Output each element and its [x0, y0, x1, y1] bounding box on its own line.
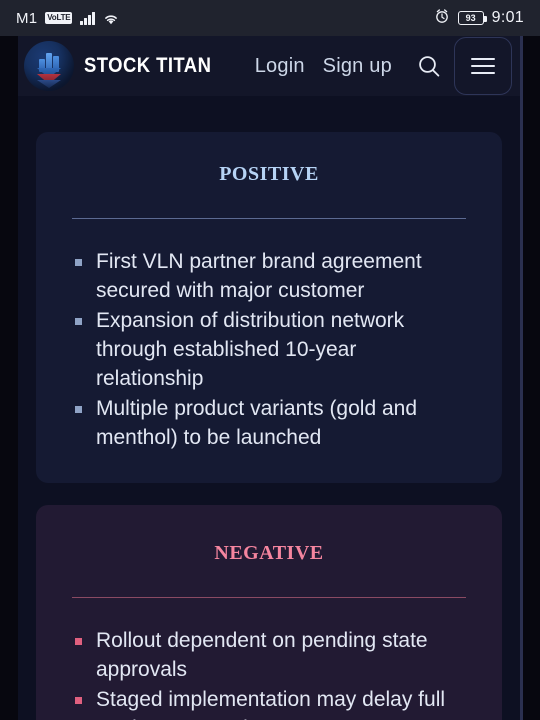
list-item: Rollout dependent on pending state appro…	[72, 626, 466, 684]
list-item: Expansion of distribution network throug…	[72, 306, 466, 393]
signup-link[interactable]: Sign up	[323, 55, 392, 78]
volte-badge: VoLTE	[45, 12, 73, 24]
stock-titan-logo-icon	[24, 41, 74, 91]
carrier-label: M1	[16, 9, 38, 27]
signal-bars-icon	[80, 11, 95, 25]
negative-card: Negative Rollout dependent on pending st…	[36, 505, 502, 720]
site-header: STOCK TITAN Login Sign up	[18, 36, 520, 96]
hamburger-menu-icon[interactable]	[454, 37, 512, 95]
wifi-icon	[103, 12, 119, 25]
list-item: First VLN partner brand agreement secure…	[72, 247, 466, 305]
negative-card-title: Negative	[214, 535, 324, 566]
positive-card-title: Positive	[219, 156, 319, 187]
header-actions	[412, 37, 512, 95]
list-item: Multiple product variants (gold and ment…	[72, 394, 466, 452]
brand-name: STOCK TITAN	[84, 54, 212, 77]
positive-bullet-list: First VLN partner brand agreement secure…	[72, 247, 466, 452]
battery-icon: 93	[457, 11, 487, 25]
positive-card: Positive First VLN partner brand agreeme…	[36, 132, 502, 483]
main-content: Positive First VLN partner brand agreeme…	[18, 96, 520, 720]
vertical-scrollbar[interactable]	[520, 36, 523, 720]
status-bar: M1 VoLTE 93 9:01	[0, 0, 540, 36]
search-icon[interactable]	[412, 49, 446, 83]
browser-page: STOCK TITAN Login Sign up Positive First…	[0, 36, 540, 720]
negative-bullet-list: Rollout dependent on pending state appro…	[72, 626, 466, 720]
positive-card-divider	[72, 218, 466, 219]
list-item: Staged implementation may delay full mar…	[72, 685, 466, 720]
battery-level: 93	[465, 12, 476, 23]
page-right-edge	[523, 36, 540, 720]
status-bar-right: 93 9:01	[434, 8, 524, 29]
alarm-clock-icon	[434, 8, 450, 29]
negative-card-divider	[72, 597, 466, 598]
brand-link[interactable]: STOCK TITAN	[24, 41, 229, 91]
status-bar-left: M1 VoLTE	[16, 10, 119, 27]
page-left-edge	[0, 36, 18, 720]
login-link[interactable]: Login	[255, 55, 305, 78]
clock-time: 9:01	[491, 9, 524, 26]
header-nav: Login Sign up	[255, 55, 392, 78]
